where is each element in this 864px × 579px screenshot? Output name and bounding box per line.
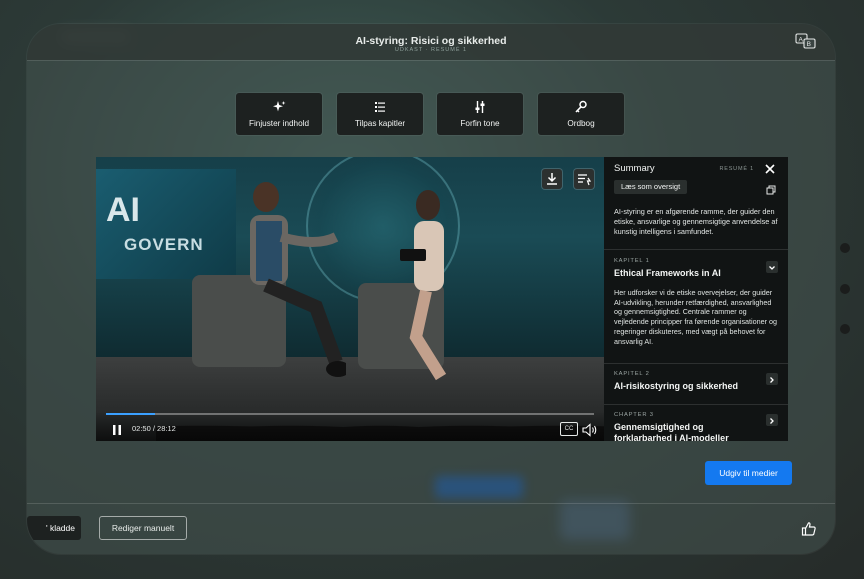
pause-icon[interactable] — [111, 423, 123, 435]
page-title: AI-styring: Risici og sikkerhed — [355, 35, 507, 47]
draft-button[interactable]: ' kladde — [27, 516, 81, 540]
page-subtitle: UDKAST · RESUMÉ 1 — [394, 47, 468, 53]
read-as-outline-button[interactable]: Læs som oversigt — [614, 180, 688, 194]
summary-toggle-icon[interactable] — [574, 169, 594, 189]
tool-label: Forfin tone — [460, 119, 500, 128]
chapter-description: Her udforsker vi de etiske overvejelser,… — [614, 288, 778, 346]
chapter-label: CHAPTER 3 — [614, 412, 654, 418]
summary-heading: Summary — [614, 163, 655, 174]
refine-tone-button[interactable]: Forfin tone — [437, 93, 523, 135]
section-divider — [604, 249, 788, 250]
tool-label: Finjuster indhold — [248, 119, 310, 128]
editor-panel: AI-styring: Risici og sikkerhed UDKAST ·… — [27, 24, 835, 554]
screen-text: AI — [106, 191, 140, 229]
copy-icon[interactable] — [766, 182, 776, 195]
video-progress-bar[interactable] — [106, 413, 594, 415]
summary-tag: RESUMÉ 1 — [719, 166, 754, 172]
fine-tune-content-button[interactable]: Finjuster indhold — [236, 93, 322, 135]
list-icon — [337, 100, 423, 114]
thumbs-up-icon[interactable] — [801, 521, 817, 537]
publish-button[interactable]: Udgiv til medier — [705, 461, 792, 485]
section-divider — [604, 404, 788, 405]
chapter-label: KAPITEL 1 — [614, 258, 650, 264]
side-dot — [840, 284, 850, 294]
video-progress-fill — [106, 413, 155, 415]
svg-text:B: B — [807, 41, 811, 48]
footer-divider — [27, 503, 835, 504]
speaker-figure — [226, 177, 350, 377]
download-icon[interactable] — [542, 169, 562, 189]
chevron-right-icon[interactable] — [766, 414, 778, 426]
chevron-down-icon[interactable] — [766, 261, 778, 273]
background-blob — [435, 476, 523, 498]
key-icon — [538, 100, 624, 114]
chevron-right-icon[interactable] — [766, 373, 778, 385]
section-divider — [604, 363, 788, 364]
stage-screen: AI GOVERN — [96, 169, 236, 279]
tool-label: Tilpas kapitler — [354, 119, 406, 128]
summary-intro: AI-styring er en afgørende ramme, der gu… — [614, 207, 778, 236]
translate-icon[interactable]: A B — [795, 32, 817, 50]
chapter-title[interactable]: Gennemsigtighed og forklarbarhed i AI-mo… — [614, 422, 764, 441]
edit-manually-button[interactable]: Rediger manuelt — [99, 516, 187, 540]
dictionary-button[interactable]: Ordbog — [538, 93, 624, 135]
side-dot — [840, 324, 850, 334]
video-player[interactable]: AI GOVERN 02:50 / 28:12 CC — [96, 157, 604, 441]
volume-icon[interactable] — [582, 423, 598, 437]
video-time: 02:50 / 28:12 — [132, 424, 176, 433]
speaker-figure — [386, 187, 466, 387]
screen-text: GOVERN — [124, 235, 204, 254]
sparkle-icon — [236, 100, 322, 114]
side-dot — [840, 243, 850, 253]
tool-label: Ordbog — [567, 119, 595, 128]
summary-panel: Summary RESUMÉ 1 Læs som oversigt AI-sty… — [604, 157, 788, 441]
captions-button[interactable]: CC — [560, 422, 578, 436]
chapter-title[interactable]: Ethical Frameworks in AI — [614, 268, 764, 279]
svg-text:A: A — [799, 36, 804, 43]
header-divider — [27, 60, 835, 61]
chapter-label: KAPITEL 2 — [614, 371, 650, 377]
adjust-chapters-button[interactable]: Tilpas kapitler — [337, 93, 423, 135]
sliders-icon — [437, 100, 523, 114]
close-icon[interactable] — [764, 162, 776, 174]
chapter-title[interactable]: AI-risikostyring og sikkerhed — [614, 381, 764, 392]
